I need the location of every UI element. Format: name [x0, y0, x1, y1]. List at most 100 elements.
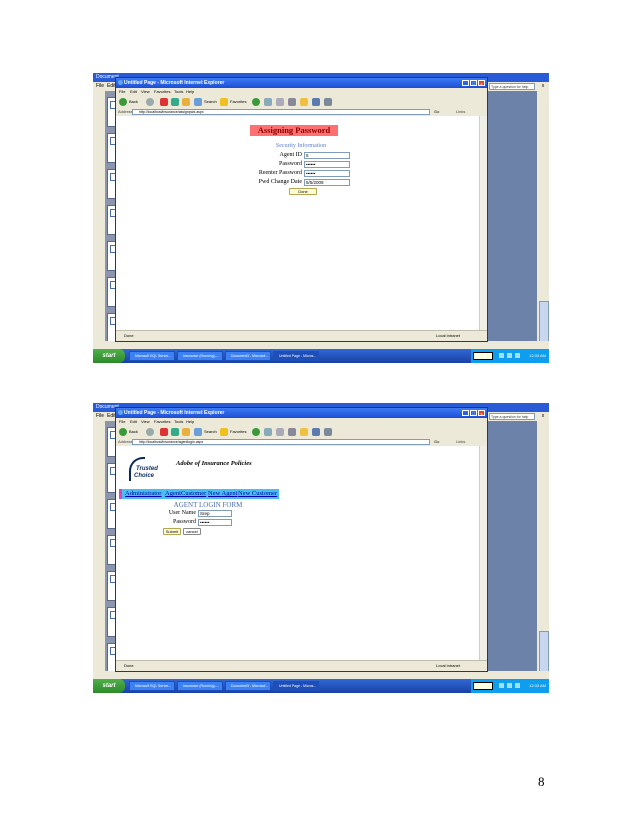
word-help-box[interactable]: Type a question for help — [489, 83, 535, 90]
cancel-button[interactable]: cancel — [183, 528, 201, 535]
taskbar-item[interactable]: Microsoft SQL Server... — [129, 351, 175, 361]
favorites-label[interactable]: Favorites — [230, 428, 246, 436]
nav-administrator[interactable]: Administrator — [125, 489, 161, 499]
nav-agent[interactable]: Agent — [165, 489, 181, 499]
search-icon[interactable] — [194, 428, 202, 436]
stop-icon[interactable] — [160, 98, 168, 106]
word-vertical-scrollbar[interactable] — [537, 421, 549, 679]
stop-icon[interactable] — [160, 428, 168, 436]
minimize-button[interactable]: _ — [462, 80, 469, 86]
minimize-button[interactable]: _ — [462, 410, 469, 416]
taskbar-item[interactable]: Microsoft SQL Server... — [129, 681, 175, 691]
forward-icon[interactable] — [146, 428, 154, 436]
refresh-icon[interactable] — [171, 428, 179, 436]
ie-vertical-scrollbar[interactable] — [479, 116, 487, 330]
close-button[interactable]: x — [478, 410, 485, 416]
ie-vertical-scrollbar[interactable] — [479, 446, 487, 660]
menu-view[interactable]: View — [141, 89, 150, 94]
menu-file[interactable]: File — [119, 89, 125, 94]
tool-icon[interactable] — [324, 98, 332, 106]
word-help-box[interactable]: Type a question for help — [489, 413, 535, 420]
tool-icon[interactable] — [324, 428, 332, 436]
tray-icon[interactable] — [499, 353, 504, 358]
menu-tools[interactable]: Tools — [174, 89, 183, 94]
menu-favorites[interactable]: Favorites — [154, 419, 170, 424]
back-icon[interactable] — [119, 428, 127, 436]
nav-bar: Administrator Agent Customer New Agent N… — [119, 489, 279, 499]
edit-icon[interactable] — [288, 98, 296, 106]
password-field[interactable]: •••••• — [198, 519, 232, 526]
favorites-star-icon[interactable] — [220, 98, 228, 106]
search-label[interactable]: Search — [204, 98, 217, 106]
menu-view[interactable]: View — [141, 419, 150, 424]
pwd-change-date-field[interactable]: 5/5/2009 — [304, 179, 350, 186]
tray-icon[interactable] — [507, 353, 512, 358]
go-button[interactable]: Go — [434, 439, 439, 444]
taskbar-item[interactable]: Document3 - Microsof... — [225, 681, 271, 691]
favorites-star-icon[interactable] — [220, 428, 228, 436]
print-icon[interactable] — [276, 98, 284, 106]
nav-new-agent[interactable]: New Agent — [208, 489, 237, 499]
done-button[interactable]: Done — [289, 188, 317, 195]
word-menu-file[interactable]: File — [96, 413, 104, 419]
address-input[interactable]: http://localhost/insurance/assignpwd.asp… — [132, 109, 430, 115]
messenger-icon[interactable] — [312, 98, 320, 106]
back-icon[interactable] — [119, 98, 127, 106]
word-menu-file[interactable]: File — [96, 83, 104, 89]
agent-id-field[interactable]: 5 — [304, 152, 350, 159]
folder-icon[interactable] — [300, 428, 308, 436]
mail-icon[interactable] — [264, 428, 272, 436]
back-label[interactable]: Back — [129, 98, 138, 106]
menu-edit[interactable]: Edit — [130, 89, 137, 94]
nav-new-customer[interactable]: New Customer — [238, 489, 277, 499]
start-button[interactable]: start — [93, 349, 125, 363]
user-name-field[interactable]: Srep — [198, 510, 232, 517]
password-field[interactable]: •••••• — [304, 161, 350, 168]
forward-icon[interactable] — [146, 98, 154, 106]
messenger-icon[interactable] — [312, 428, 320, 436]
refresh-icon[interactable] — [171, 98, 179, 106]
taskbar-item[interactable]: Insurance (Running)-... — [177, 351, 223, 361]
close-button[interactable]: x — [478, 80, 485, 86]
word-close-button[interactable]: x — [539, 413, 547, 420]
menu-file[interactable]: File — [119, 419, 125, 424]
menu-edit[interactable]: Edit — [130, 419, 137, 424]
home-icon[interactable] — [182, 98, 190, 106]
home-icon[interactable] — [182, 428, 190, 436]
tray-icon[interactable] — [499, 683, 504, 688]
mail-icon[interactable] — [264, 98, 272, 106]
submit-button[interactable]: Submit — [163, 528, 181, 535]
menu-tools[interactable]: Tools — [174, 419, 183, 424]
folder-icon[interactable] — [300, 98, 308, 106]
menu-help[interactable]: Help — [186, 89, 194, 94]
tray-icon[interactable] — [515, 353, 520, 358]
taskbar-item[interactable]: Document3 - Microsof... — [225, 351, 271, 361]
taskbar-item[interactable]: Insurance (Running)-... — [177, 681, 223, 691]
maximize-button[interactable]: □ — [470, 410, 477, 416]
reenter-password-field[interactable]: •••••• — [304, 170, 350, 177]
agent-id-label: Agent ID — [279, 152, 303, 158]
history-icon[interactable] — [252, 98, 260, 106]
go-button[interactable]: Go — [434, 109, 439, 114]
word-vertical-scrollbar[interactable] — [537, 91, 549, 349]
tray-icon[interactable] — [507, 683, 512, 688]
links-button[interactable]: Links — [456, 439, 465, 444]
menu-favorites[interactable]: Favorites — [154, 89, 170, 94]
edit-icon[interactable] — [288, 428, 296, 436]
links-button[interactable]: Links — [456, 109, 465, 114]
search-icon[interactable] — [194, 98, 202, 106]
nav-customer[interactable]: Customer — [181, 489, 206, 499]
search-label[interactable]: Search — [204, 428, 217, 436]
favorites-label[interactable]: Favorites — [230, 98, 246, 106]
history-icon[interactable] — [252, 428, 260, 436]
address-input[interactable]: http://localhost/insurance/agentlogin.as… — [132, 439, 430, 445]
back-label[interactable]: Back — [129, 428, 138, 436]
taskbar-item-active[interactable]: Untitled Page - Micros... — [273, 351, 319, 361]
start-button[interactable]: start — [93, 679, 125, 693]
word-close-button[interactable]: x — [539, 83, 547, 90]
tray-icon[interactable] — [515, 683, 520, 688]
maximize-button[interactable]: □ — [470, 80, 477, 86]
print-icon[interactable] — [276, 428, 284, 436]
menu-help[interactable]: Help — [186, 419, 194, 424]
taskbar-item-active[interactable]: Untitled Page - Micros... — [273, 681, 319, 691]
